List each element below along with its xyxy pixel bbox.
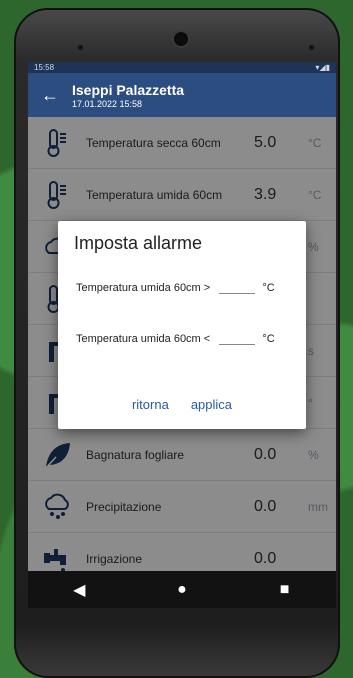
timestamp: 17.01.2022 15:58 bbox=[72, 98, 143, 109]
dialog-title: Imposta allarme bbox=[74, 233, 203, 253]
status-time: 15:58 bbox=[34, 63, 55, 72]
field-unit: °C bbox=[262, 282, 275, 294]
apply-button[interactable]: applica bbox=[191, 397, 232, 412]
app-bar: ← Iseppi Palazzetta 17.01.2022 15:58 bbox=[28, 73, 336, 117]
cancel-button[interactable]: ritorna bbox=[132, 397, 169, 412]
threshold-above-input[interactable] bbox=[219, 281, 256, 294]
signal-battery-icon: ▾◢▮ bbox=[315, 63, 330, 72]
sensor-dot bbox=[78, 45, 83, 50]
threshold-below-input[interactable] bbox=[219, 332, 256, 345]
status-bar: 15:58 ▾◢▮ bbox=[28, 62, 336, 73]
threshold-below-field: Temperatura umida 60cm < °C bbox=[76, 332, 275, 345]
field-label: Temperatura umida 60cm > bbox=[76, 282, 211, 294]
system-navbar: ◀ ● ■ bbox=[28, 571, 336, 608]
alarm-dialog: Imposta allarme Temperatura umida 60cm >… bbox=[58, 221, 306, 429]
threshold-above-field: Temperatura umida 60cm > °C bbox=[76, 281, 275, 294]
app-screen: 15:58 ▾◢▮ ← Iseppi Palazzetta 17.01.2022… bbox=[28, 62, 336, 608]
back-arrow-icon[interactable]: ← bbox=[28, 85, 72, 106]
camera-lens bbox=[172, 30, 190, 48]
nav-back-icon[interactable]: ◀ bbox=[64, 580, 94, 600]
sensor-dot bbox=[309, 45, 314, 50]
nav-home-icon[interactable]: ● bbox=[167, 581, 197, 599]
field-label: Temperatura umida 60cm < bbox=[76, 333, 211, 345]
nav-recent-icon[interactable]: ■ bbox=[270, 581, 300, 599]
station-title: Iseppi Palazzetta bbox=[72, 81, 185, 98]
field-unit: °C bbox=[262, 333, 275, 345]
